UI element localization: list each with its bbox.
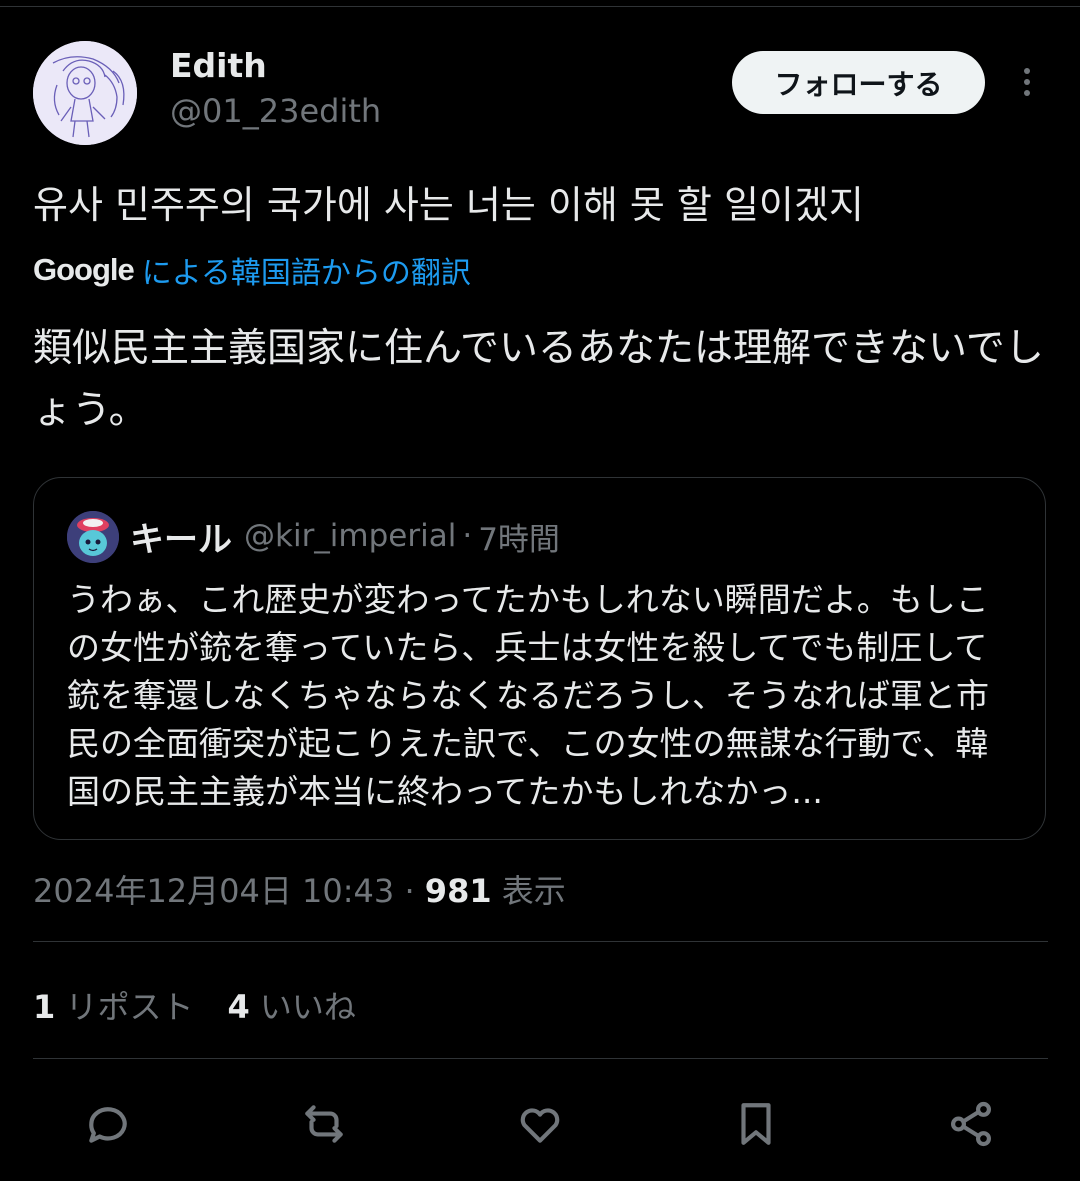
- meta-separator: ·: [394, 872, 425, 910]
- author-handle[interactable]: @01_23edith: [170, 92, 381, 130]
- bookmark-icon[interactable]: [730, 1098, 782, 1150]
- tweet-timestamp[interactable]: 2024年12月04日 10:43: [33, 872, 394, 910]
- quoted-separator: ·: [462, 518, 473, 554]
- top-divider: [0, 6, 1080, 7]
- quoted-author-handle[interactable]: @kir_imperial: [244, 518, 456, 554]
- translation-attribution: Google による韓国語からの翻訳: [33, 248, 471, 292]
- reposts-stat[interactable]: 1 リポスト: [33, 982, 193, 1028]
- engagement-stats: 1 リポスト 4 いいね: [33, 982, 390, 1028]
- share-icon[interactable]: [945, 1098, 997, 1150]
- likes-label: いいね: [249, 988, 356, 1026]
- reply-icon[interactable]: [82, 1098, 134, 1150]
- tweet-original-text: 유사 민주주의 국가에 사는 너는 이해 못 할 일이겠지: [33, 183, 864, 227]
- quoted-text: うわぁ、これ歴史が変わってたかもしれない瞬間だよ。もしこの女性が銃を奪っていたら…: [67, 580, 990, 811]
- reposts-label: リポスト: [55, 988, 194, 1026]
- tweet-translated-text: 類似民主主義国家に住んでいるあなたは理解できないでしょう。: [33, 326, 1044, 433]
- quoted-author-name[interactable]: キール: [130, 512, 232, 561]
- views-label: 表示: [491, 872, 566, 910]
- tweet-meta: 2024年12月04日 10:43 · 981 表示: [33, 866, 566, 912]
- reposts-count: 1: [33, 988, 56, 1026]
- quoted-time[interactable]: 7時間: [478, 514, 560, 559]
- like-icon[interactable]: [514, 1098, 566, 1150]
- views-count: 981: [424, 872, 492, 910]
- quoted-author-avatar[interactable]: [67, 511, 119, 563]
- google-logo: Google: [33, 252, 135, 287]
- divider: [33, 941, 1048, 942]
- divider: [33, 1058, 1048, 1059]
- author-name[interactable]: Edith: [170, 46, 267, 85]
- likes-count: 4: [227, 988, 250, 1026]
- author-avatar[interactable]: [33, 41, 137, 145]
- likes-stat[interactable]: 4 いいね: [227, 982, 355, 1028]
- quoted-header: キール @kir_imperial · 7時間: [130, 512, 560, 560]
- translation-link[interactable]: による韓国語からの翻訳: [142, 248, 471, 292]
- quoted-tweet[interactable]: キール @kir_imperial · 7時間 うわぁ、これ歴史が変わってたかも…: [33, 477, 1046, 840]
- more-options-icon[interactable]: [1012, 64, 1042, 104]
- follow-button[interactable]: フォローする: [732, 51, 985, 114]
- repost-icon[interactable]: [298, 1098, 350, 1150]
